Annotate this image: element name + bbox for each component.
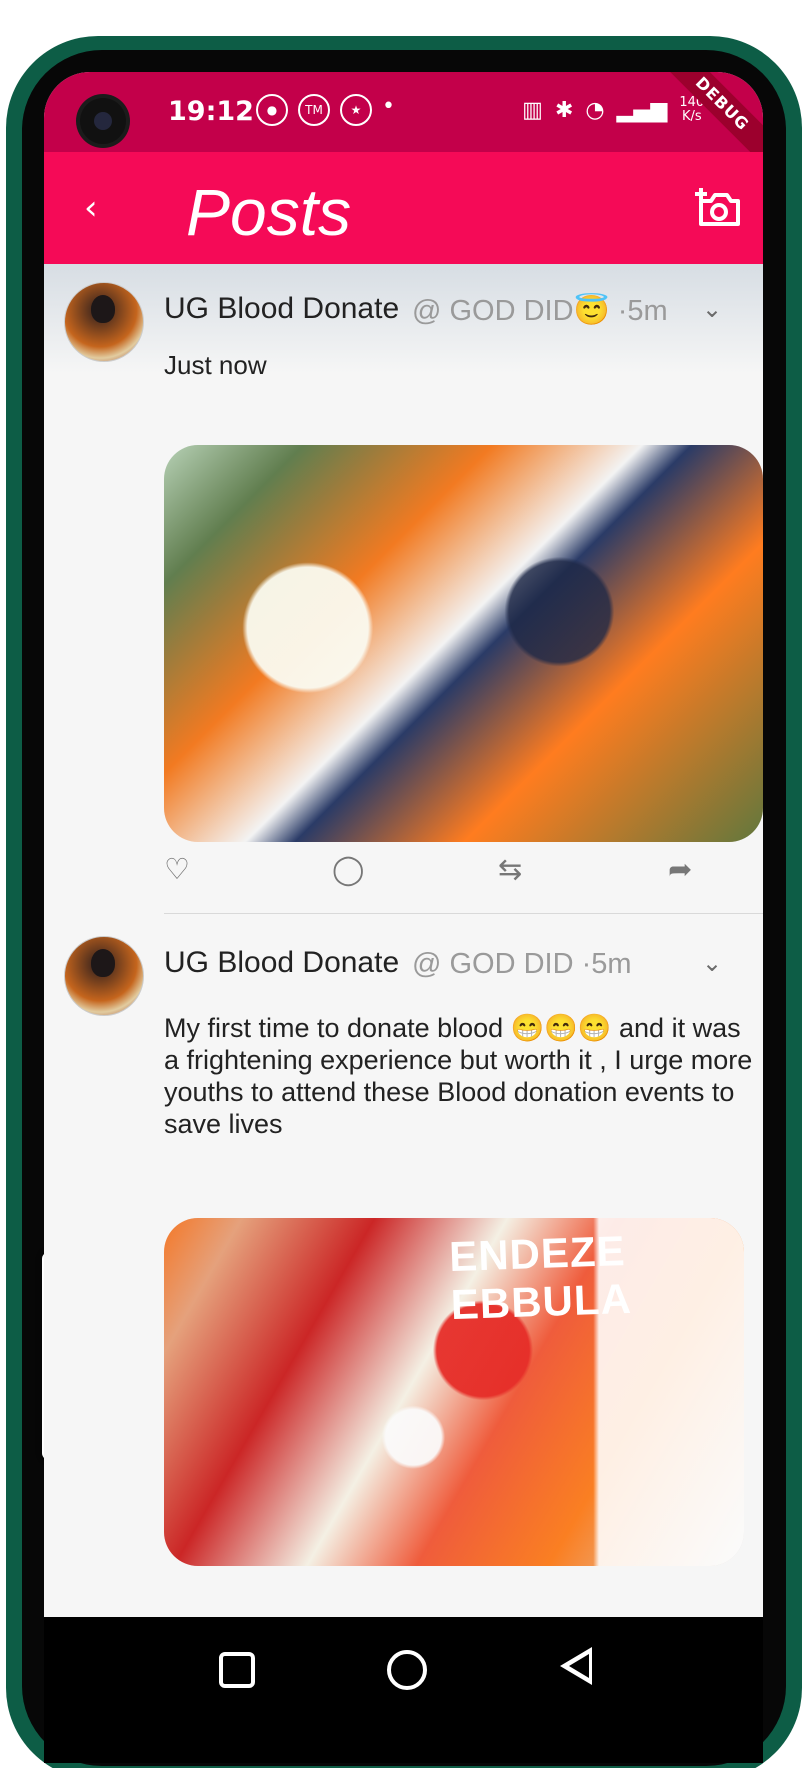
status-time: 19:12	[168, 96, 254, 127]
post-feed[interactable]: UG Blood Donate @ GOD DID😇 ·5m ⌄ Just no…	[44, 264, 763, 1617]
face-icon: ●	[256, 94, 288, 126]
bluetooth-icon: ✱	[554, 97, 574, 123]
comment-icon[interactable]: ◯	[332, 852, 364, 886]
back-navigation-icon[interactable]	[560, 1647, 592, 1685]
signal-icon: ▂▄▆	[616, 97, 668, 123]
repost-icon[interactable]: ⇆	[498, 852, 522, 886]
speed-unit: K/s	[681, 109, 702, 124]
dot-icon: •	[382, 94, 395, 119]
app-screen: 19:12 ● TM ★ • ▥ ✱ ◔ ▂▄▆ 140K/s ▭ DEBUG …	[44, 72, 763, 1617]
recent-apps-icon[interactable]	[219, 1652, 255, 1688]
star-icon: ★	[340, 94, 372, 126]
post-text: Just now	[164, 350, 267, 380]
avatar[interactable]	[64, 282, 144, 362]
post-author-name[interactable]: UG Blood Donate	[164, 946, 399, 980]
post-image-blood-donation[interactable]	[164, 445, 763, 842]
post-handle-time: @ GOD DID ·5m	[412, 948, 632, 980]
post-author-name[interactable]: UG Blood Donate	[164, 292, 399, 326]
like-icon[interactable]: ♡	[164, 852, 190, 886]
add-photo-icon[interactable]	[694, 184, 744, 228]
chevron-down-icon[interactable]: ⌄	[702, 295, 722, 323]
wifi-icon: ◔	[585, 97, 605, 123]
post-text: My first time to donate blood 😁😁😁 and it…	[164, 1013, 753, 1139]
vibrate-icon: ▥	[522, 97, 543, 123]
bottom-edge	[0, 1768, 808, 1786]
post-actions: ♡ ◯ ⇆ ➦	[164, 852, 736, 892]
post-handle-time: @ GOD DID😇 ·5m	[412, 295, 668, 327]
page-title: Posts	[186, 175, 352, 249]
post-image-donor[interactable]: ENDEZE EBBULA	[164, 1218, 744, 1566]
post-image-detail	[164, 445, 763, 842]
chevron-down-icon[interactable]: ⌄	[702, 949, 722, 977]
status-notification-icons: ● TM ★ •	[256, 94, 395, 126]
post-divider	[164, 913, 763, 914]
front-camera-icon	[80, 98, 126, 144]
photo-sign-text: ENDEZE EBBULA	[448, 1227, 633, 1329]
android-navigation-bar	[44, 1617, 763, 1763]
avatar[interactable]	[64, 936, 144, 1016]
tm-icon: TM	[298, 94, 330, 126]
share-icon[interactable]: ➦	[668, 852, 692, 886]
home-icon[interactable]	[387, 1650, 427, 1690]
back-icon[interactable]: ‹	[84, 188, 98, 228]
posts-app-bar: ‹ Posts	[44, 152, 763, 264]
status-bar: 19:12 ● TM ★ • ▥ ✱ ◔ ▂▄▆ 140K/s ▭ DEBUG	[44, 72, 763, 167]
